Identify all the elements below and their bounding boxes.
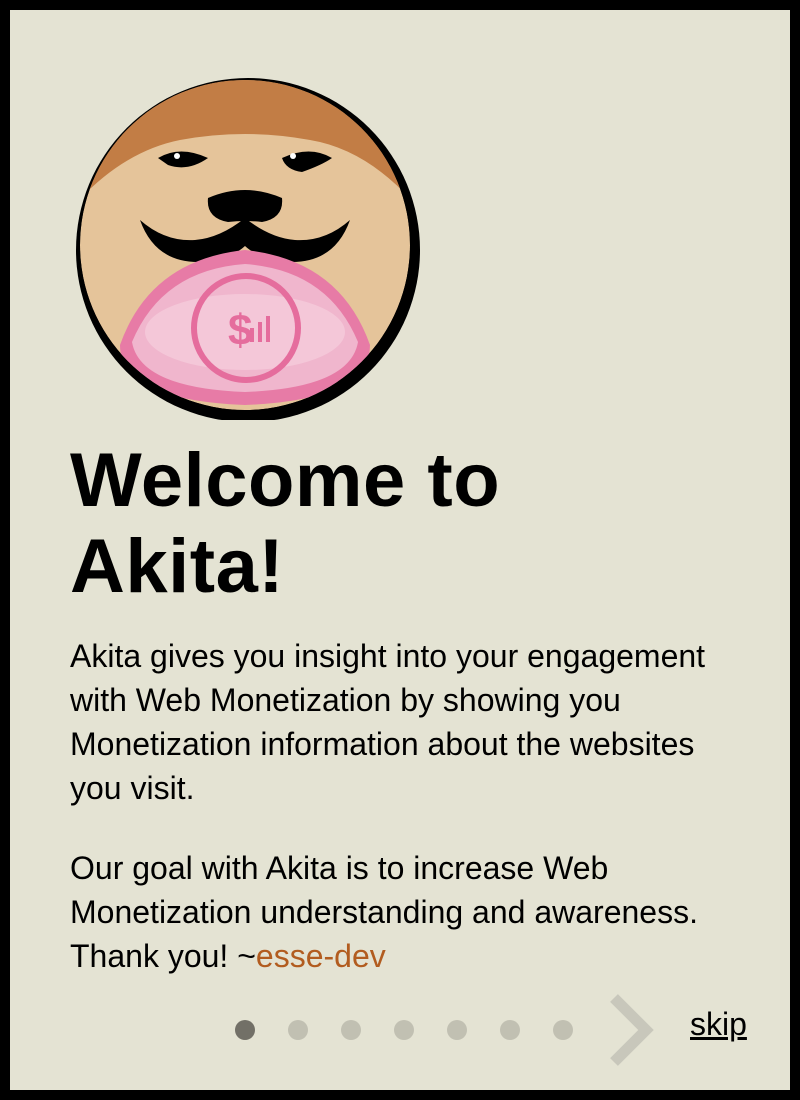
page-title: Welcome to Akita!	[70, 438, 501, 609]
skip-link[interactable]: skip	[690, 1006, 747, 1043]
intro-paragraph: Akita gives you insight into your engage…	[70, 638, 706, 806]
onboarding-panel: $ Welcome to Akita! Akita gives you insi…	[10, 10, 790, 1090]
page-dot-7[interactable]	[553, 1020, 573, 1040]
chevron-right-icon[interactable]	[606, 992, 656, 1068]
page-dot-6[interactable]	[500, 1020, 520, 1040]
akita-logo: $	[76, 78, 420, 420]
page-indicator	[235, 1020, 573, 1042]
author-link[interactable]: esse-dev	[256, 938, 386, 974]
page-dot-2[interactable]	[288, 1020, 308, 1040]
svg-text:$: $	[228, 306, 252, 355]
page-dot-1[interactable]	[235, 1020, 255, 1040]
page-dot-5[interactable]	[447, 1020, 467, 1040]
page-dot-3[interactable]	[341, 1020, 361, 1040]
page-dot-4[interactable]	[394, 1020, 414, 1040]
goal-paragraph: Our goal with Akita is to increase Web M…	[70, 846, 720, 978]
